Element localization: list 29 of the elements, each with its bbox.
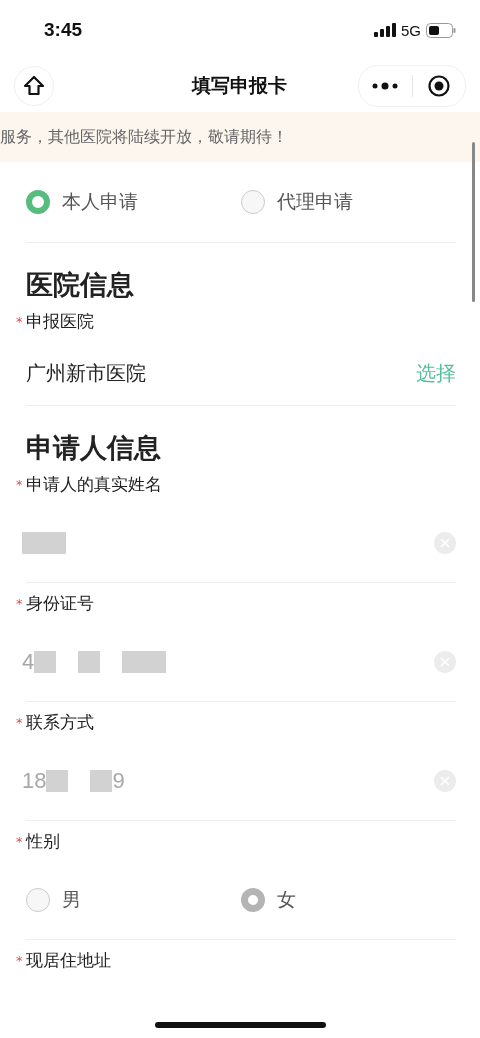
radio-button[interactable] xyxy=(241,190,265,214)
required-mark: * xyxy=(16,952,24,968)
field-label: 联系方式 xyxy=(26,710,94,734)
required-mark: * xyxy=(16,476,24,492)
battery-icon xyxy=(426,22,456,38)
radio-label[interactable]: 本人申请 xyxy=(62,189,138,215)
more-icon xyxy=(372,82,399,90)
hospital-value: 广州新市医院 xyxy=(26,359,146,387)
field-label: 现居住地址 xyxy=(26,948,111,972)
home-icon xyxy=(23,75,45,97)
notice-text: 服务，其他医院将陆续开放，敬请期待！ xyxy=(0,126,288,148)
field-label: 申请人的真实姓名 xyxy=(26,472,162,496)
required-mark: * xyxy=(16,833,24,849)
page-title: 填写申报卡 xyxy=(191,73,287,98)
required-mark: * xyxy=(16,714,24,730)
status-time: 3:45 xyxy=(44,19,83,41)
required-mark: * xyxy=(16,595,24,611)
required-mark: * xyxy=(16,313,24,329)
target-icon xyxy=(427,75,450,97)
field-label: 申报医院 xyxy=(26,309,94,333)
field-label: 身份证号 xyxy=(26,591,94,615)
section-heading: 医院信息 xyxy=(26,268,135,301)
section-heading: 申请人信息 xyxy=(26,431,162,464)
home-button[interactable] xyxy=(14,66,54,106)
radio-button[interactable] xyxy=(26,190,50,214)
radio-label[interactable]: 代理申请 xyxy=(277,189,353,215)
signal-icon xyxy=(374,23,396,37)
field-label: 性别 xyxy=(26,829,60,853)
network-label: 5G xyxy=(401,21,421,39)
